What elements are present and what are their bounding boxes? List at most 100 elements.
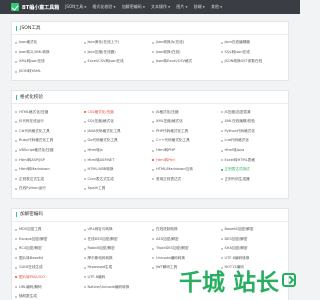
- bullet-dot-icon: [15, 60, 17, 63]
- bullet-dot-icon: [15, 130, 17, 133]
- tool-link[interactable]: PHP代码格式化工具: [152, 127, 217, 137]
- nav-item-label: 前端: [193, 4, 202, 9]
- tool-link[interactable]: JS格式化/压缩: [152, 107, 217, 117]
- tool-link[interactable]: HTML/UBB转换: [83, 165, 149, 175]
- tool-link[interactable]: 图片转PNG/ICO: [15, 273, 80, 283]
- nav-item[interactable]: 格式化校验 ▼: [92, 4, 115, 10]
- tool-link[interactable]: 摩尔斯电码转换: [83, 254, 149, 264]
- tool-link[interactable]: Json转换为(在线): [152, 38, 217, 48]
- tool-link[interactable]: Html转Java: [220, 146, 286, 156]
- tool-link[interactable]: Xpath工具: [83, 184, 149, 194]
- tool-link[interactable]: Python代码格式化: [220, 127, 286, 137]
- tool-link-label: GUID在线生成: [19, 265, 43, 270]
- tool-link[interactable]: Cron表达式生成: [83, 175, 149, 185]
- tool-link-label: Excel转HTML表格: [224, 157, 255, 162]
- tool-link[interactable]: XML压缩/格式化: [152, 117, 217, 127]
- bullet-dot-icon: [152, 247, 154, 250]
- tool-link-label: Html转PHP: [156, 148, 176, 153]
- tool-link[interactable]: Lua代码格式化: [220, 136, 286, 146]
- tool-link[interactable]: JS压缩/加密混淆: [220, 107, 286, 117]
- tool-link[interactable]: 在线进制转换: [152, 225, 217, 235]
- tool-link-label: Lua代码格式化: [224, 138, 249, 143]
- tool-link-label: Rabbit加密/解密: [87, 246, 115, 251]
- tool-link[interactable]: Rabbit加密/解密: [83, 244, 149, 254]
- tool-link[interactable]: UTF-8编码转换: [220, 254, 286, 264]
- tool-link[interactable]: CSS格式化/压缩: [83, 107, 149, 117]
- tool-link[interactable]: JSON转YAML: [15, 67, 80, 77]
- tool-link[interactable]: URL网址与转换: [83, 225, 149, 235]
- tool-link[interactable]: XML转Json在线: [15, 57, 80, 67]
- tool-link[interactable]: Json转义/XML转换: [15, 48, 80, 58]
- tool-link[interactable]: Json转换(在线): [152, 48, 217, 58]
- bullet-dot-icon: [220, 51, 223, 54]
- tool-link[interactable]: JAVA代码格式化工具: [83, 127, 149, 137]
- bullet-dot-icon: [220, 159, 223, 162]
- tool-link[interactable]: SQL转Json在线: [220, 48, 286, 58]
- tool-link[interactable]: Ruby代码格式化工具: [15, 136, 80, 146]
- tool-link[interactable]: JS代码在线运行: [15, 117, 80, 127]
- tool-link[interactable]: SQL压缩/格式化: [83, 117, 149, 127]
- tool-link[interactable]: AES加密/解密: [152, 234, 217, 244]
- tool-link[interactable]: DES加密/解密: [220, 234, 286, 244]
- tool-link[interactable]: 在线Python运行: [15, 184, 80, 194]
- tool-link[interactable]: C++代码格式化工具: [152, 136, 217, 146]
- site-logo[interactable]: BT编小童工具箱: [11, 3, 59, 11]
- tool-link[interactable]: JSON转换GET参数在线: [220, 57, 286, 67]
- bullet-dot-icon: [15, 178, 17, 181]
- nav-item[interactable]: 加解密编码 ▼: [122, 4, 145, 10]
- tool-link-label: Escape加密/解密: [19, 236, 48, 241]
- tool-link[interactable]: Html转ASP/JSP: [15, 155, 80, 165]
- tool-link[interactable]: Json美化(在线上下): [83, 38, 149, 48]
- tool-link[interactable]: Json压缩(在线器): [83, 48, 149, 58]
- nav-item[interactable]: 其他 ▼: [211, 4, 222, 10]
- tool-link[interactable]: Json格式化: [15, 38, 80, 48]
- tool-link[interactable]: Native/Unicode编码转换: [83, 282, 149, 292]
- tool-link[interactable]: VBScript格式化/压缩: [15, 146, 80, 156]
- nav-item[interactable]: 前端 ▼: [194, 4, 205, 10]
- bullet-dot-icon: [15, 51, 17, 54]
- tool-link-label: URL网址与转换: [87, 227, 113, 232]
- tool-link[interactable]: C#代码格式化工具: [15, 127, 80, 137]
- tool-link[interactable]: GUID在线生成: [15, 263, 80, 273]
- bullet-dot-icon: [15, 111, 17, 114]
- tool-link[interactable]: Base64加密/解密: [220, 225, 286, 235]
- tool-link[interactable]: URL编码/解码: [15, 282, 80, 292]
- tool-link[interactable]: MD5加密工具: [15, 225, 80, 235]
- tool-link[interactable]: 常用正则表达式: [152, 175, 217, 185]
- tool-link[interactable]: UTF-8编码: [83, 273, 149, 283]
- tool-link[interactable]: Escape加密/解密: [15, 234, 80, 244]
- tool-link[interactable]: HTML/Markdown互转: [152, 165, 217, 175]
- tool-link[interactable]: Excel/CSV转Json在线: [83, 57, 149, 67]
- nav-item[interactable]: 文本操作 ▼: [151, 4, 170, 10]
- nav-item[interactable]: 图片 ▼: [176, 4, 187, 10]
- tool-link[interactable]: Html转Perl: [152, 155, 217, 165]
- tool-link[interactable]: 在线DES加密/解密: [83, 234, 149, 244]
- tool-link[interactable]: Json在线编辑器: [220, 38, 286, 48]
- tool-link[interactable]: RC4加密/解密: [15, 244, 80, 254]
- tool-link[interactable]: 正则表达式生成: [15, 175, 80, 185]
- tool-link[interactable]: 图片转Base64: [15, 254, 80, 264]
- tool-link[interactable]: Html转Markdown: [15, 165, 80, 175]
- nav-item-label: JSON工具: [65, 4, 84, 9]
- tool-link[interactable]: Unicode编码转换: [152, 254, 217, 264]
- tool-link[interactable]: SHA加密/解密: [220, 244, 286, 254]
- tool-link[interactable]: 随机数生成: [15, 292, 80, 300]
- tool-link[interactable]: TripleDES加密/解密: [152, 244, 217, 254]
- tool-link[interactable]: 正则代码生成器: [220, 175, 286, 185]
- nav-item[interactable]: JSON工具 ▼: [65, 4, 86, 10]
- tool-link[interactable]: HTML格式化/压缩: [15, 107, 80, 117]
- tool-link[interactable]: Html转PHP: [152, 146, 217, 156]
- tool-link-label: UTF-8编码转换: [224, 255, 250, 260]
- tool-link[interactable]: Html转js: [83, 146, 149, 156]
- tool-link[interactable]: Html转ASP.NET: [83, 155, 149, 165]
- tool-link[interactable]: 正则表达式测试: [220, 165, 286, 175]
- bullet-dot-icon: [220, 111, 223, 114]
- tool-link-label: XML在线编辑/校验: [224, 119, 255, 124]
- tool-link[interactable]: Go代码格式化工具: [83, 136, 149, 146]
- tool-link[interactable]: XML在线编辑/校验: [220, 117, 286, 127]
- tool-link[interactable]: Json转Excel/CSV格式: [152, 57, 217, 67]
- tool-link[interactable]: Excel转HTML表格: [220, 155, 286, 165]
- caret-down-icon: ▼: [84, 5, 87, 9]
- tool-link[interactable]: Htpasswd生成: [83, 263, 149, 273]
- bullet-dot-icon: [152, 266, 154, 269]
